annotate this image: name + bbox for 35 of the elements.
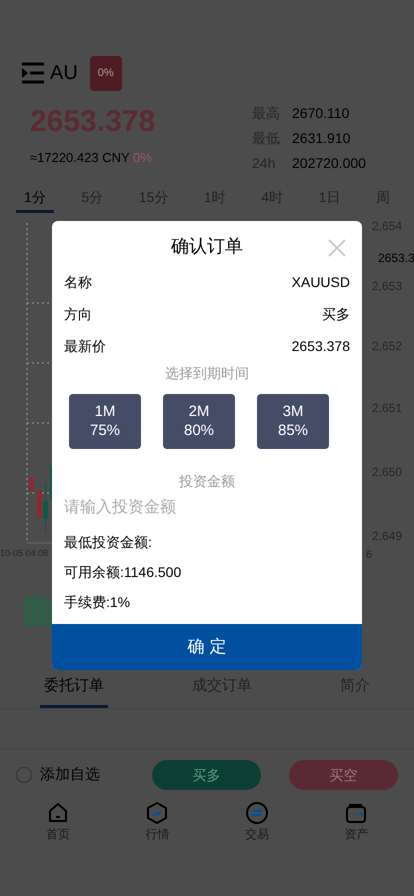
info-text: 手续费:1% — [64, 593, 132, 612]
chart-hexagon-icon — [145, 801, 170, 825]
duration-option[interactable]: 1M 75% — [69, 394, 141, 449]
cny-change: 0% — [133, 150, 152, 165]
row-label: 方向 — [64, 304, 92, 324]
cny-value: ≈17220.423 CNY — [30, 150, 130, 165]
duration-option[interactable]: 2M 80% — [163, 394, 235, 449]
confirm-button[interactable]: 确 定 — [52, 624, 362, 670]
row-value: 买多 — [322, 304, 350, 324]
interval-tab[interactable]: 1分 — [16, 190, 54, 212]
candle — [29, 476, 34, 490]
exchange-icon — [244, 801, 269, 825]
amount-label: 投资金额 — [179, 472, 235, 491]
amount-input[interactable]: 请输入投资金额 — [64, 496, 350, 520]
stat-value: 2631.910 — [292, 128, 350, 148]
symbol-title: AU — [50, 61, 78, 86]
change-badge: 0% — [90, 56, 122, 90]
stat-value: 202720.000 — [292, 154, 366, 172]
duration-option[interactable]: 3M 85% — [257, 394, 329, 449]
row-label: 最新价 — [64, 336, 106, 356]
row-value: 2653.378 — [292, 336, 350, 356]
stat-value: 2670.110 — [292, 104, 350, 122]
dialog-title: 确认订单 — [171, 235, 243, 258]
menu-icon[interactable] — [20, 61, 46, 86]
info-text: 最低投资金额: — [64, 533, 153, 552]
row-label: 名称 — [64, 272, 92, 292]
buy-short-button[interactable]: 买空 — [288, 760, 398, 790]
favorite-checkbox[interactable]: 添加自选 — [16, 764, 152, 786]
expiry-label: 选择到期时间 — [165, 364, 249, 383]
buy-long-button[interactable]: 买多 — [152, 760, 261, 790]
order-tab[interactable]: 委托订单 — [40, 674, 108, 708]
wallet-icon — [344, 801, 368, 825]
close-icon[interactable] — [328, 239, 346, 257]
row-value: XAUUSD — [292, 272, 350, 292]
info-text: 可用余额:1146.500 — [64, 563, 182, 582]
